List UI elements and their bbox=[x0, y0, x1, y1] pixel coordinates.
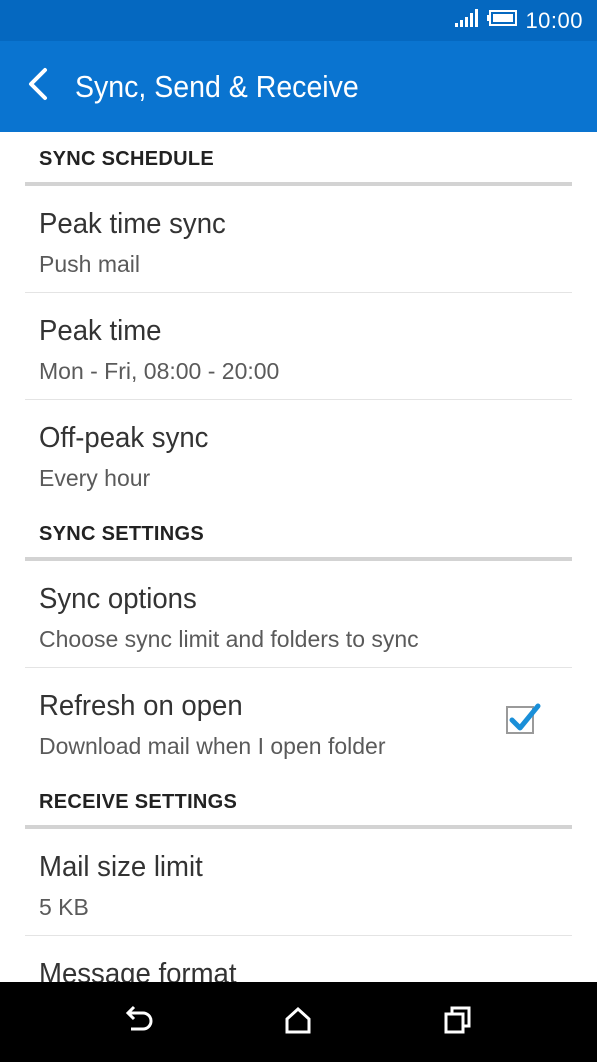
section-header-sync-schedule: SYNC SCHEDULE bbox=[25, 132, 572, 186]
setting-title: Off-peak sync bbox=[39, 422, 209, 454]
battery-icon bbox=[487, 10, 518, 31]
setting-title: Refresh on open bbox=[39, 690, 243, 722]
setting-peak-time-sync[interactable]: Peak time sync Push mail bbox=[25, 186, 572, 293]
app-bar: Sync, Send & Receive bbox=[0, 41, 597, 132]
setting-title: Mail size limit bbox=[39, 851, 203, 883]
setting-sync-options[interactable]: Sync options Choose sync limit and folde… bbox=[25, 561, 572, 668]
refresh-on-open-checkbox[interactable] bbox=[506, 703, 541, 734]
setting-message-format[interactable]: Message format bbox=[25, 936, 572, 982]
navigation-bar bbox=[0, 982, 597, 1062]
section-header-sync-settings: SYNC SETTINGS bbox=[25, 507, 572, 561]
recent-apps-icon bbox=[443, 1005, 473, 1040]
status-time: 10:00 bbox=[525, 7, 583, 33]
setting-title: Message format bbox=[39, 958, 237, 982]
setting-peak-time[interactable]: Peak time Mon - Fri, 08:00 - 20:00 bbox=[25, 293, 572, 400]
setting-value: 5 KB bbox=[39, 894, 89, 920]
status-bar: 10:00 bbox=[0, 0, 597, 41]
page-title: Sync, Send & Receive bbox=[75, 69, 359, 104]
home-icon bbox=[283, 1005, 313, 1040]
section-header-label: SYNC SETTINGS bbox=[39, 523, 205, 545]
setting-title: Sync options bbox=[39, 583, 197, 615]
back-button[interactable] bbox=[18, 64, 58, 108]
setting-title: Peak time bbox=[39, 315, 162, 347]
setting-value: Choose sync limit and folders to sync bbox=[39, 626, 419, 652]
nav-back-button[interactable] bbox=[116, 1000, 160, 1044]
setting-refresh-on-open[interactable]: Refresh on open Download mail when I ope… bbox=[25, 668, 572, 775]
setting-value: Push mail bbox=[39, 251, 140, 277]
setting-mail-size-limit[interactable]: Mail size limit 5 KB bbox=[25, 829, 572, 936]
setting-value: Mon - Fri, 08:00 - 20:00 bbox=[39, 358, 280, 384]
nav-home-button[interactable] bbox=[276, 1000, 320, 1044]
section-header-label: RECEIVE SETTINGS bbox=[39, 791, 238, 813]
setting-off-peak-sync[interactable]: Off-peak sync Every hour bbox=[25, 400, 572, 507]
back-icon bbox=[121, 1005, 155, 1040]
section-header-receive-settings: RECEIVE SETTINGS bbox=[25, 775, 572, 829]
signal-icon bbox=[455, 9, 479, 32]
setting-title: Peak time sync bbox=[39, 208, 226, 240]
nav-recent-apps-button[interactable] bbox=[436, 1000, 480, 1044]
chevron-left-icon bbox=[26, 67, 50, 106]
setting-value: Every hour bbox=[39, 465, 151, 491]
status-icons: 10:00 bbox=[455, 0, 583, 41]
section-header-label: SYNC SCHEDULE bbox=[39, 148, 215, 170]
settings-list[interactable]: SYNC SCHEDULE Peak time sync Push mail P… bbox=[0, 132, 597, 982]
setting-value: Download mail when I open folder bbox=[39, 733, 386, 759]
